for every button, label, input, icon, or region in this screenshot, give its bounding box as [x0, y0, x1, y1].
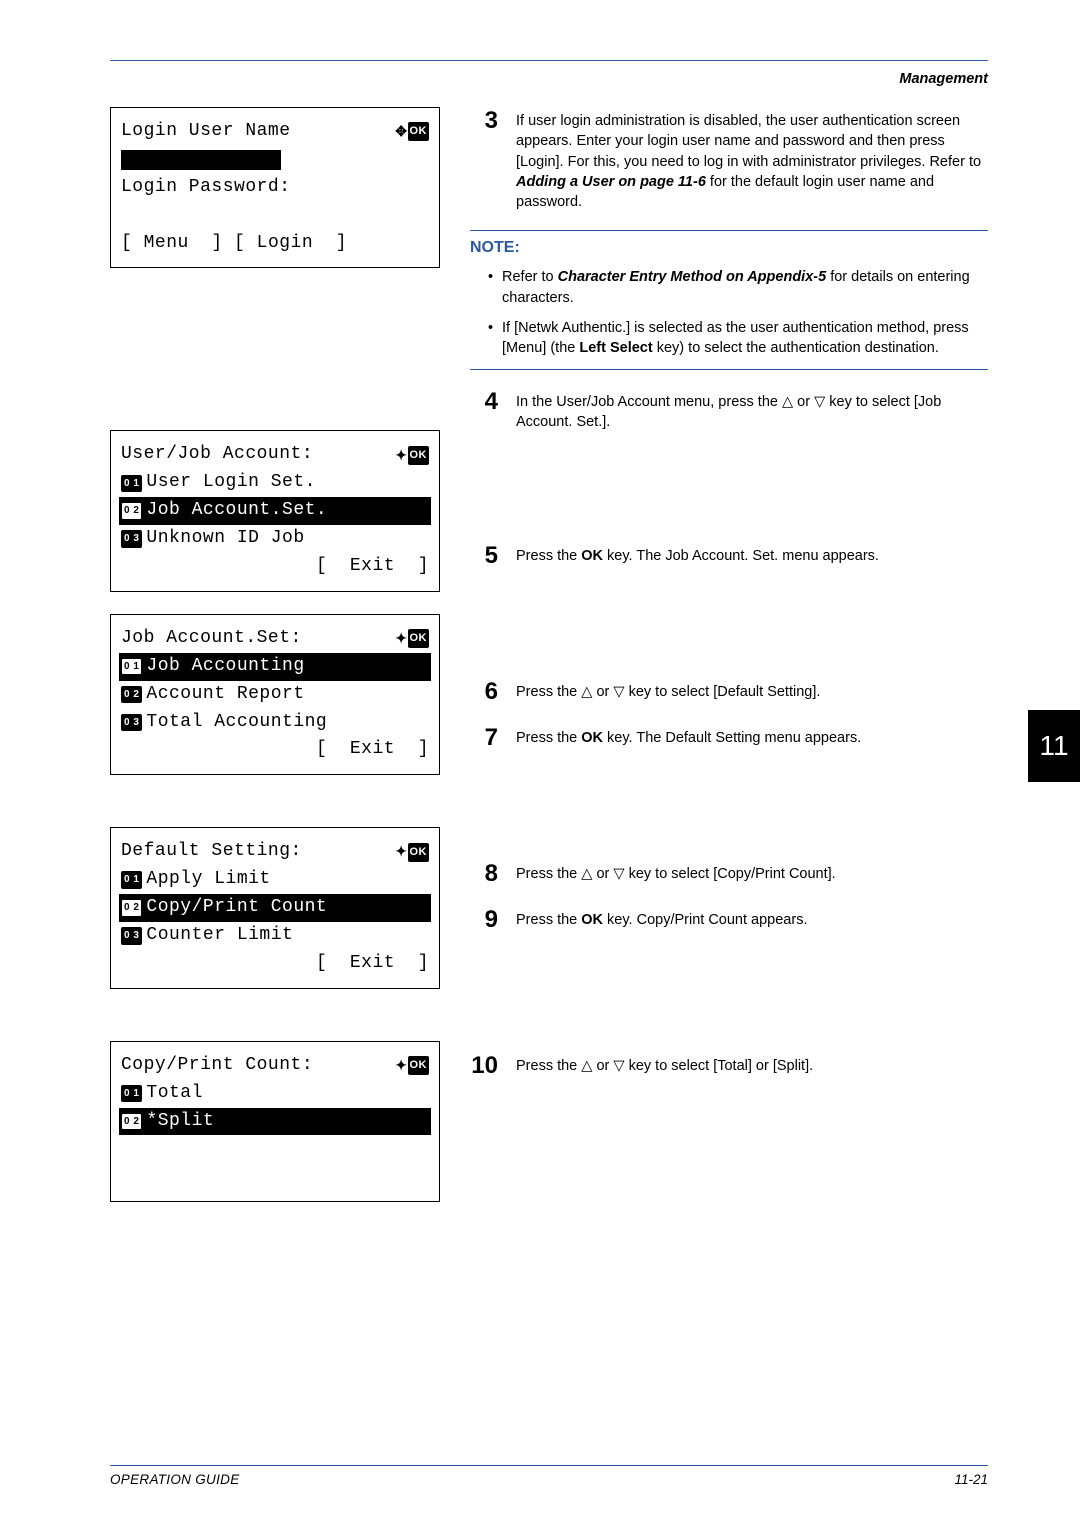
lcd-job-account-set: Job Account.Set: ✦ OK 0 1Job Accounting 0…	[110, 614, 440, 775]
right-column: 3 If user login administration is disabl…	[470, 107, 988, 1224]
step-body: Press the OK key. Copy/Print Count appea…	[516, 906, 988, 934]
step-10: 10 Press the △ or ▽ key to select [Total…	[470, 1052, 988, 1080]
item-badge: 0 2	[121, 686, 142, 704]
item-badge: 0 2	[121, 502, 142, 520]
up-triangle-icon: △	[782, 394, 793, 410]
step-body: Press the △ or ▽ key to select [Total] o…	[516, 1052, 988, 1080]
nav-dpad-icon: ✦	[395, 628, 407, 650]
note-title: NOTE:	[470, 239, 988, 257]
step-body: Press the △ or ▽ key to select [Default …	[516, 678, 988, 706]
down-triangle-icon: ▽	[613, 866, 624, 882]
item-badge: 0 1	[121, 658, 142, 676]
menu-item-selected[interactable]: Job Account.Set.	[146, 497, 327, 525]
lcd-login: Login User Name ✥ OK Login Password: [ Me…	[110, 107, 440, 268]
step-8: 8 Press the △ or ▽ key to select [Copy/P…	[470, 860, 988, 888]
lcd-title: User/Job Account:	[121, 441, 313, 469]
step-number: 10	[470, 1052, 498, 1080]
down-triangle-icon: ▽	[814, 394, 825, 410]
item-badge: 0 2	[121, 899, 142, 917]
step-3: 3 If user login administration is disabl…	[470, 107, 988, 212]
lcd-user-job-account: User/Job Account: ✦ OK 0 1User Login Set.…	[110, 430, 440, 591]
item-badge: 0 3	[121, 530, 142, 548]
menu-item-selected[interactable]: Job Accounting	[146, 653, 304, 681]
step-number: 3	[470, 107, 498, 212]
ok-icon: OK	[408, 446, 430, 465]
lcd-title: Default Setting:	[121, 838, 302, 866]
menu-item[interactable]: Apply Limit	[146, 866, 270, 894]
step-4: 4 In the User/Job Account menu, press th…	[470, 388, 988, 433]
up-triangle-icon: △	[581, 866, 592, 882]
menu-item[interactable]: User Login Set.	[146, 469, 316, 497]
ok-icon: OK	[408, 843, 430, 862]
footer-left: OPERATION GUIDE	[110, 1472, 240, 1487]
left-column: Login User Name ✥ OK Login Password: [ Me…	[110, 107, 440, 1224]
ok-icon: OK	[408, 122, 430, 141]
softkey-right[interactable]: [ Exit ]	[316, 950, 429, 978]
ref-link: Adding a User on page 11-6	[516, 174, 706, 190]
item-badge: 0 1	[121, 871, 142, 889]
ok-icon: OK	[408, 1056, 430, 1075]
lcd-title: Login User Name	[121, 118, 291, 146]
menu-item[interactable]: Total Accounting	[146, 709, 327, 737]
nav-dpad-icon: ✦	[395, 841, 407, 863]
nav-dpad-icon: ✦	[395, 445, 407, 467]
menu-item[interactable]: Unknown ID Job	[146, 525, 304, 553]
item-badge: 0 2	[121, 1113, 142, 1131]
header-rule	[110, 60, 988, 61]
lcd-copy-print-count: Copy/Print Count: ✦ OK 0 1Total 0 2*Split	[110, 1041, 440, 1202]
down-triangle-icon: ▽	[613, 1058, 624, 1074]
lcd-title: Job Account.Set:	[121, 625, 302, 653]
header-section: Management	[110, 71, 988, 87]
content-columns: Login User Name ✥ OK Login Password: [ Me…	[110, 107, 988, 1224]
step-body: In the User/Job Account menu, press the …	[516, 388, 988, 433]
step-9: 9 Press the OK key. Copy/Print Count app…	[470, 906, 988, 934]
nav-icon: ✥	[395, 121, 407, 143]
step-number: 6	[470, 678, 498, 706]
footer: OPERATION GUIDE 11-21	[110, 1465, 988, 1487]
down-triangle-icon: ▽	[613, 684, 624, 700]
step-7: 7 Press the OK key. The Default Setting …	[470, 724, 988, 752]
menu-item-selected[interactable]: Copy/Print Count	[146, 894, 327, 922]
lcd-title: Copy/Print Count:	[121, 1052, 313, 1080]
menu-item[interactable]: Counter Limit	[146, 922, 293, 950]
page: Management Login User Name ✥ OK Login Pas…	[0, 0, 1080, 1527]
step-5: 5 Press the OK key. The Job Account. Set…	[470, 542, 988, 570]
chapter-tab: 11	[1028, 710, 1080, 782]
nav-dpad-icon: ✦	[395, 1055, 407, 1077]
menu-item[interactable]: Account Report	[146, 681, 304, 709]
item-badge: 0 3	[121, 714, 142, 732]
step-body: Press the △ or ▽ key to select [Copy/Pri…	[516, 860, 988, 888]
item-badge: 0 1	[121, 1085, 142, 1103]
note-list: Refer to Character Entry Method on Appen…	[488, 267, 988, 358]
item-badge: 0 1	[121, 475, 142, 493]
menu-item[interactable]: Total	[146, 1080, 203, 1108]
up-triangle-icon: △	[581, 1058, 592, 1074]
note-rule-top	[470, 230, 988, 231]
up-triangle-icon: △	[581, 684, 592, 700]
note-item: Refer to Character Entry Method on Appen…	[488, 267, 988, 308]
step-body: If user login administration is disabled…	[516, 107, 988, 212]
step-number: 8	[470, 860, 498, 888]
step-body: Press the OK key. The Default Setting me…	[516, 724, 988, 752]
login-name-input[interactable]	[121, 150, 281, 170]
softkey-right[interactable]: [ Exit ]	[316, 736, 429, 764]
step-number: 4	[470, 388, 498, 433]
password-label: Login Password:	[121, 174, 291, 202]
step-number: 7	[470, 724, 498, 752]
step-number: 5	[470, 542, 498, 570]
lcd-default-setting: Default Setting: ✦ OK 0 1Apply Limit 0 2C…	[110, 827, 440, 988]
item-badge: 0 3	[121, 927, 142, 945]
menu-item-selected[interactable]: *Split	[146, 1108, 214, 1136]
note-item: If [Netwk Authentic.] is selected as the…	[488, 318, 988, 359]
softkey-left[interactable]: [ Menu ] [ Login ]	[121, 230, 347, 258]
note-rule-bottom	[470, 369, 988, 370]
step-6: 6 Press the △ or ▽ key to select [Defaul…	[470, 678, 988, 706]
step-number: 9	[470, 906, 498, 934]
ok-icon: OK	[408, 629, 430, 648]
step-body: Press the OK key. The Job Account. Set. …	[516, 542, 988, 570]
footer-rule	[110, 1465, 988, 1466]
softkey-right[interactable]: [ Exit ]	[316, 553, 429, 581]
footer-page-number: 11-21	[954, 1472, 988, 1487]
